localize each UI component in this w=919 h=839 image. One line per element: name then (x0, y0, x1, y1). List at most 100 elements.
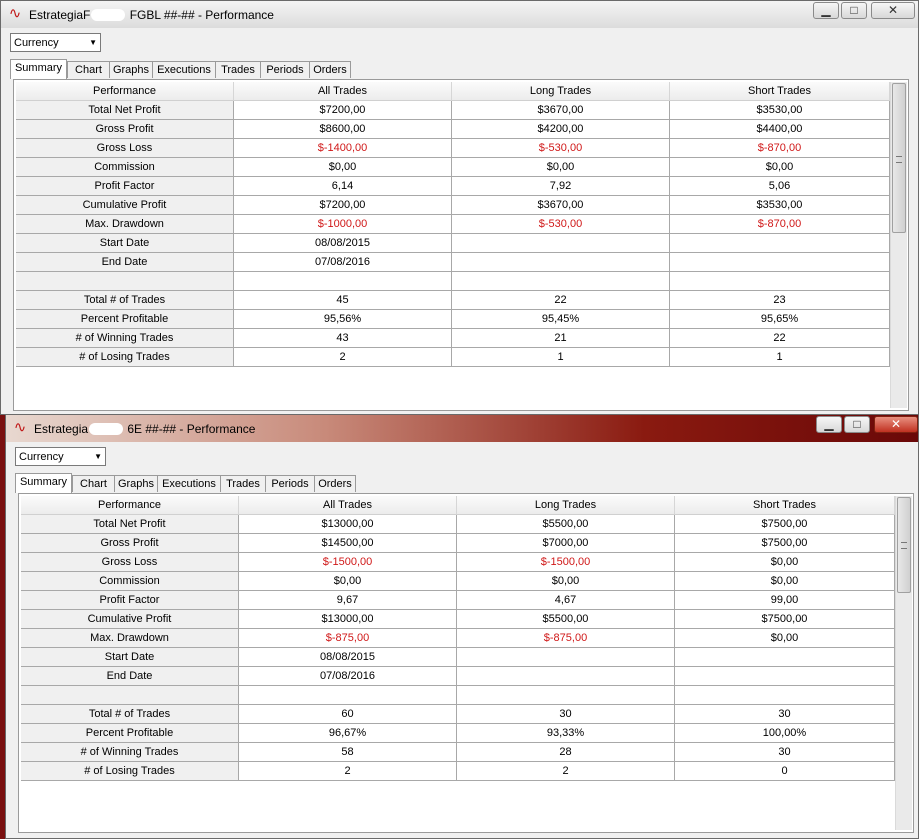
table-cell: 99,00 (675, 591, 895, 610)
table-cell: $5500,00 (457, 515, 675, 534)
table-cell: $-875,00 (457, 629, 675, 648)
close-button[interactable]: ✕ (871, 2, 915, 19)
row-label: Profit Factor (21, 591, 239, 610)
redacted-mark (89, 423, 124, 435)
tab-executions[interactable]: Executions (157, 475, 221, 492)
table-cell: 5,06 (670, 177, 890, 196)
row-label: Gross Loss (16, 139, 234, 158)
table-cell (670, 253, 890, 272)
maximize-button[interactable]: □ (841, 2, 867, 19)
chevron-down-icon: ▼ (94, 452, 102, 461)
table-cell: 60 (239, 705, 457, 724)
tab-chart[interactable]: Chart (67, 61, 110, 78)
table-cell: $4400,00 (670, 120, 890, 139)
tab-trades[interactable]: Trades (220, 475, 266, 492)
table-cell: $0,00 (675, 553, 895, 572)
table-cell (670, 272, 890, 291)
row-label: End Date (16, 253, 234, 272)
maximize-button[interactable]: □ (844, 416, 870, 433)
table-cell: $-1000,00 (234, 215, 452, 234)
table-cell (670, 234, 890, 253)
table-cell: 1 (452, 348, 670, 367)
column-header[interactable]: Performance (16, 82, 234, 101)
grip-icon (901, 542, 907, 549)
table-cell (457, 667, 675, 686)
table-cell: $0,00 (457, 572, 675, 591)
table-cell: $5500,00 (457, 610, 675, 629)
table-cell: $7500,00 (675, 534, 895, 553)
table-cell: 43 (234, 329, 452, 348)
table-cell (457, 686, 675, 705)
title-bar[interactable]: ∿ EstrategiaF FGBL ##-## - Performance ▁… (1, 1, 918, 28)
table-cell: $8600,00 (234, 120, 452, 139)
table-cell (234, 272, 452, 291)
table-cell: 6,14 (234, 177, 452, 196)
window-title: Estrategia 6E ##-## - Performance (34, 422, 256, 436)
table-cell: 30 (675, 705, 895, 724)
tab-graphs[interactable]: Graphs (109, 61, 153, 78)
table-cell (452, 272, 670, 291)
vertical-scrollbar[interactable] (895, 496, 912, 830)
table-cell: 95,56% (234, 310, 452, 329)
table-cell: $4200,00 (452, 120, 670, 139)
tab-summary[interactable]: Summary (15, 473, 72, 493)
column-header[interactable]: Long Trades (457, 496, 675, 515)
maximize-icon: □ (850, 3, 858, 17)
row-label: Start Date (21, 648, 239, 667)
table-cell: $3670,00 (452, 196, 670, 215)
table-cell: 23 (670, 291, 890, 310)
table-cell: 28 (457, 743, 675, 762)
row-label (16, 272, 234, 291)
table-cell: $13000,00 (239, 610, 457, 629)
row-label: Cumulative Profit (16, 196, 234, 215)
vertical-scrollbar[interactable] (890, 82, 907, 408)
minimize-button[interactable]: ▁ (813, 2, 839, 19)
table-cell: $7200,00 (234, 196, 452, 215)
tab-executions[interactable]: Executions (152, 61, 216, 78)
table-cell: 22 (452, 291, 670, 310)
tab-orders[interactable]: Orders (314, 475, 356, 492)
scroll-thumb[interactable] (892, 83, 906, 233)
minimize-button[interactable]: ▁ (816, 416, 842, 433)
table-cell: 45 (234, 291, 452, 310)
table-cell: $-875,00 (239, 629, 457, 648)
table-cell: 2 (234, 348, 452, 367)
row-label: # of Winning Trades (21, 743, 239, 762)
row-label: # of Losing Trades (16, 348, 234, 367)
tab-orders[interactable]: Orders (309, 61, 351, 78)
table-cell (675, 686, 895, 705)
summary-panel: Performance All Trades Long Trades Short Tr… (13, 79, 909, 411)
tab-periods[interactable]: Periods (265, 475, 315, 492)
row-label: Percent Profitable (21, 724, 239, 743)
currency-dropdown[interactable]: Currency ▼ (10, 33, 101, 52)
table-cell: $0,00 (670, 158, 890, 177)
currency-dropdown[interactable]: Currency ▼ (15, 447, 106, 466)
close-button[interactable]: ✕ (874, 416, 918, 433)
title-bar[interactable]: ∿ Estrategia 6E ##-## - Performance ▁ □ … (6, 415, 918, 442)
table-cell (457, 648, 675, 667)
row-label: Percent Profitable (16, 310, 234, 329)
app-logo-icon[interactable]: ∿ (12, 420, 28, 436)
dropdown-value: Currency (14, 37, 59, 49)
table-cell: $-1400,00 (234, 139, 452, 158)
tab-summary[interactable]: Summary (10, 59, 67, 79)
summary-panel: Performance All Trades Long Trades Short Tr… (18, 493, 914, 833)
row-label: Cumulative Profit (21, 610, 239, 629)
performance-window-fgbl: ∿ EstrategiaF FGBL ##-## - Performance ▁… (0, 0, 919, 415)
table-cell: 7,92 (452, 177, 670, 196)
tab-chart[interactable]: Chart (72, 475, 115, 492)
scroll-thumb[interactable] (897, 497, 911, 593)
minimize-icon: ▁ (821, 3, 831, 17)
column-header[interactable]: Performance (21, 496, 239, 515)
row-label: # of Losing Trades (21, 762, 239, 781)
app-logo-icon[interactable]: ∿ (7, 6, 23, 22)
tab-trades[interactable]: Trades (215, 61, 261, 78)
column-header[interactable]: Short Trades (670, 82, 890, 101)
column-header[interactable]: Long Trades (452, 82, 670, 101)
tab-graphs[interactable]: Graphs (114, 475, 158, 492)
column-header[interactable]: All Trades (234, 82, 452, 101)
tab-periods[interactable]: Periods (260, 61, 310, 78)
column-header[interactable]: Short Trades (675, 496, 895, 515)
column-header[interactable]: All Trades (239, 496, 457, 515)
table-cell: $0,00 (675, 629, 895, 648)
